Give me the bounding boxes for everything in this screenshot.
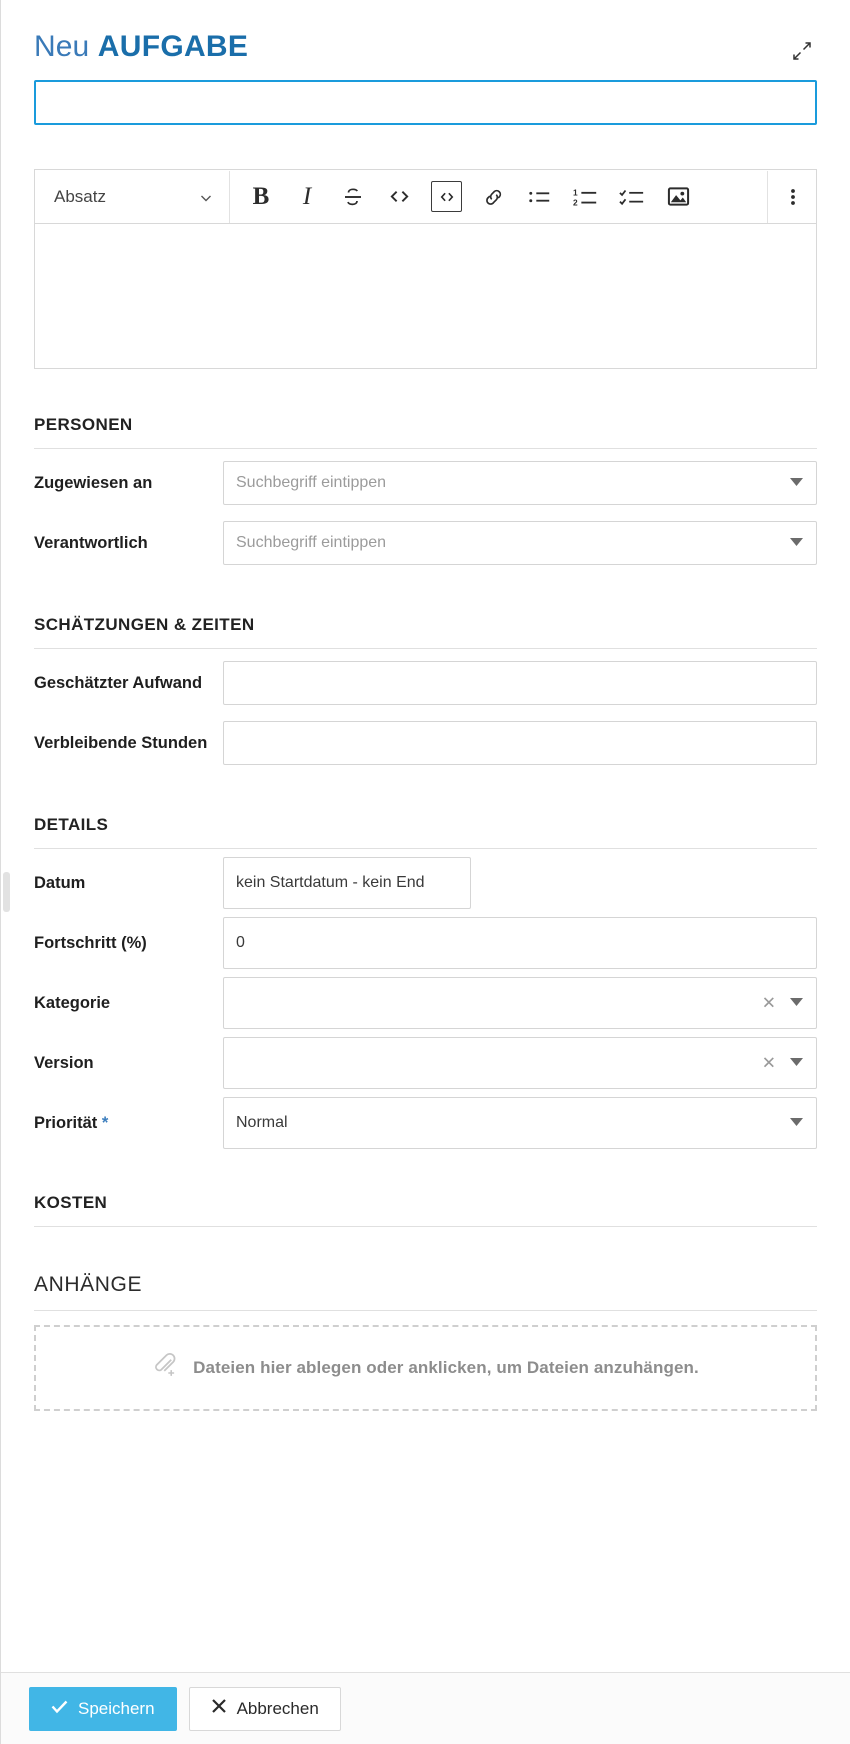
save-button-label: Speichern [78,1698,155,1718]
field-label-verantwortlich: Verantwortlich [34,533,148,552]
field-control-datum [223,857,817,909]
toolbar-divider [767,170,768,223]
more-options-icon[interactable] [770,171,816,223]
field-row-geschaetzter-aufwand: Geschätzter Aufwand [34,649,817,709]
required-marker: * [101,1113,109,1132]
page-title-prefix: Neu [34,30,90,63]
description-editor: Absatz B I 1 2 [34,169,817,369]
section-personen: PERSONEN Zugewiesen an Verantwortlich [34,415,817,569]
field-control-prioritaet [223,1097,817,1149]
cancel-button[interactable]: Abbrechen [188,1686,341,1731]
field-label-zugewiesen-an: Zugewiesen an [34,473,153,492]
field-control-zugewiesen-an [223,461,817,505]
date-input[interactable] [223,857,471,909]
field-control-verbleibende-stunden [223,721,817,765]
form-scroll-area: Neu AUFGABE Absatz B I 1 2 PERSONEN Zuge… [1,0,850,1672]
section-title-schaetzungen: SCHÄTZUNGEN & ZEITEN [34,615,255,634]
save-button[interactable]: Speichern [29,1686,177,1731]
editor-toolbar: Absatz B I 1 2 [34,169,817,223]
svg-text:1: 1 [573,187,578,197]
category-select-input[interactable] [223,977,817,1029]
link-icon[interactable] [471,171,517,223]
field-label-kategorie: Kategorie [34,993,111,1012]
section-schaetzungen: SCHÄTZUNGEN & ZEITEN Geschätzter Aufwand… [34,615,817,769]
section-divider [34,1310,817,1311]
field-control-version: ✕ [223,1037,817,1089]
close-icon [211,1698,227,1719]
field-label-prioritaet-text: Priorität [34,1113,98,1132]
form-footer: Speichern Abbrechen [1,1672,850,1744]
subject-input[interactable] [34,80,817,125]
field-label-geschaetzter-aufwand: Geschätzter Aufwand [34,673,203,692]
bold-icon[interactable]: B [238,171,284,223]
clear-icon[interactable]: ✕ [762,1055,776,1072]
section-title-kosten: KOSTEN [34,1193,108,1212]
field-control-fortschritt [223,917,817,969]
check-icon [51,1699,68,1719]
field-label-fortschritt: Fortschritt (%) [34,933,147,952]
panel-resize-handle[interactable] [3,872,10,912]
section-title-anhaenge: ANHÄNGE [34,1273,143,1296]
estimated-effort-input[interactable] [223,661,817,705]
field-row-kategorie: Kategorie ✕ [34,969,817,1029]
field-label-verbleibende-stunden: Verbleibende Stunden [34,733,208,752]
assignee-input[interactable] [223,461,817,505]
attachment-dropzone-label: Dateien hier ablegen oder anklicken, um … [193,1358,699,1377]
strikethrough-icon[interactable] [330,171,376,223]
field-row-verbleibende-stunden: Verbleibende Stunden [34,709,817,769]
checklist-icon[interactable] [609,171,655,223]
section-details: DETAILS Datum Fortschritt (%) Kategorie … [34,815,817,1149]
clear-icon[interactable]: ✕ [762,995,776,1012]
field-row-fortschritt: Fortschritt (%) [34,909,817,969]
field-control-verantwortlich [223,521,817,565]
chevron-down-icon [199,190,213,210]
bulleted-list-icon[interactable] [517,171,563,223]
image-icon[interactable] [655,171,701,223]
section-title-details: DETAILS [34,815,109,834]
description-content-area[interactable] [34,223,817,369]
section-anhaenge: ANHÄNGE Dateien hier ablegen oder anklic… [34,1273,817,1411]
field-row-verantwortlich: Verantwortlich [34,509,817,569]
progress-percent-input[interactable] [223,917,817,969]
page-title-type: AUFGABE [97,30,249,63]
attachment-dropzone[interactable]: Dateien hier ablegen oder anklicken, um … [34,1325,817,1411]
new-task-panel: Neu AUFGABE Absatz B I 1 2 PERSONEN Zuge… [0,0,850,1744]
numbered-list-icon[interactable]: 1 2 [563,171,609,223]
expand-diagonal-icon[interactable] [789,38,815,64]
section-divider [34,1226,817,1227]
responsible-input[interactable] [223,521,817,565]
page-title: Neu AUFGABE [34,28,248,66]
code-block-icon[interactable] [431,181,462,212]
field-row-version: Version ✕ [34,1029,817,1089]
section-title-personen: PERSONEN [34,415,133,434]
field-label-version: Version [34,1053,94,1072]
priority-select-input[interactable] [223,1097,817,1149]
field-row-datum: Datum [34,849,817,909]
remaining-hours-input[interactable] [223,721,817,765]
section-kosten: KOSTEN [34,1193,817,1227]
field-label-datum: Datum [34,873,86,892]
field-row-prioritaet: Priorität * [34,1089,817,1149]
italic-icon[interactable]: I [284,171,330,223]
field-row-zugewiesen-an: Zugewiesen an [34,449,817,509]
subject-field-wrapper [34,80,817,125]
inline-code-icon[interactable] [376,171,422,223]
panel-header: Neu AUFGABE [34,0,817,66]
field-control-kategorie: ✕ [223,977,817,1029]
field-label-prioritaet: Priorität * [34,1113,223,1134]
cancel-button-label: Abbrechen [236,1698,319,1718]
paragraph-style-select[interactable]: Absatz [37,170,230,223]
paragraph-style-value: Absatz [54,186,106,206]
svg-text:2: 2 [573,197,578,207]
version-select-input[interactable] [223,1037,817,1089]
paperclip-plus-icon [152,1352,179,1384]
field-control-geschaetzter-aufwand [223,661,817,705]
